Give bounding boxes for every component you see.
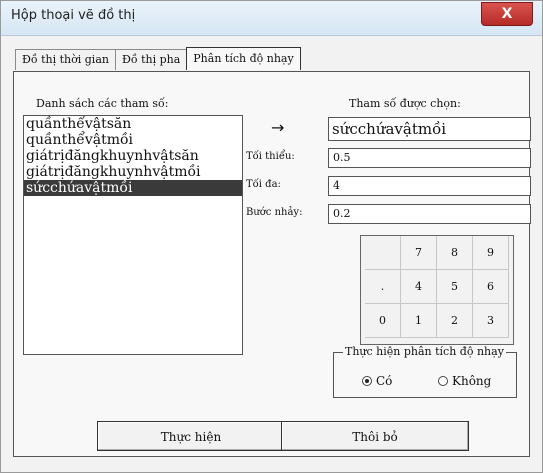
step-input[interactable]: 0.2 xyxy=(328,204,531,224)
list-item[interactable]: giátrịđăngkhuynhvậtmồi xyxy=(24,164,242,180)
numeric-keypad: 7 8 9 . 4 5 6 0 1 2 3 xyxy=(360,235,514,345)
radio-yes[interactable]: Có xyxy=(362,374,392,388)
keypad-key-5[interactable]: 5 xyxy=(437,270,473,304)
keypad-key-8[interactable]: 8 xyxy=(437,236,473,270)
keypad-key-7[interactable]: 7 xyxy=(401,236,437,270)
min-input[interactable]: 0.5 xyxy=(328,148,531,168)
list-item-selected[interactable]: sứcchứavậtmồi xyxy=(24,180,242,196)
cancel-button[interactable]: Thôi bỏ xyxy=(281,421,469,451)
keypad-key-dot[interactable]: . xyxy=(365,270,401,304)
plot-dialog-window: Hộp thoại vẽ đồ thị X Đồ thị thời gian Đ… xyxy=(0,0,543,473)
keypad-key-3[interactable]: 3 xyxy=(473,304,509,338)
parameter-list[interactable]: quầnthểvậtsăn quầnthểvậtmồi giátrịđăngkh… xyxy=(23,115,243,355)
analysis-mode-legend: Thực hiện phân tích độ nhạy xyxy=(343,345,506,358)
keypad-key-6[interactable]: 6 xyxy=(473,270,509,304)
close-button[interactable]: X xyxy=(481,2,533,26)
radio-no-indicator[interactable] xyxy=(438,376,448,386)
tab-sensitivity-analysis[interactable]: Phân tích độ nhạy xyxy=(186,47,301,70)
right-arrow-icon[interactable]: → xyxy=(271,118,284,137)
tab-time-plot[interactable]: Đồ thị thời gian xyxy=(15,49,116,70)
min-label: Tối thiểu: xyxy=(246,151,295,162)
radio-yes-label: Có xyxy=(376,374,393,388)
keypad-key-0[interactable]: 0 xyxy=(365,304,401,338)
window-title: Hộp thoại vẽ đồ thị xyxy=(11,8,136,23)
radio-no[interactable]: Không xyxy=(438,374,491,388)
tab-phase-plot[interactable]: Đồ thị pha xyxy=(114,49,188,70)
keypad-blank xyxy=(365,236,401,270)
max-input[interactable]: 4 xyxy=(328,176,531,196)
run-button[interactable]: Thực hiện xyxy=(97,421,285,451)
max-label: Tối đa: xyxy=(246,179,281,190)
analysis-mode-group: Thực hiện phân tích độ nhạy Có Không xyxy=(333,345,517,398)
parameter-list-label: Danh sách các tham số: xyxy=(36,97,169,110)
title-bar[interactable]: Hộp thoại vẽ đồ thị X xyxy=(1,1,542,36)
list-item[interactable]: quầnthểvậtsăn xyxy=(24,116,242,132)
keypad-key-2[interactable]: 2 xyxy=(437,304,473,338)
list-item[interactable]: giátrịđăngkhuynhvậtsăn xyxy=(24,148,242,164)
radio-yes-indicator[interactable] xyxy=(362,376,372,386)
radio-no-label: Không xyxy=(452,374,492,388)
list-item[interactable]: quầnthểvậtmồi xyxy=(24,132,242,148)
step-label: Bước nhảy: xyxy=(246,207,303,218)
tab-bar: Đồ thị thời gian Đồ thị pha Phân tích độ… xyxy=(15,47,301,71)
keypad-key-4[interactable]: 4 xyxy=(401,270,437,304)
chosen-parameter-label: Tham số được chọn: xyxy=(349,97,461,110)
chosen-parameter-field: sứcchứavậtmồi xyxy=(328,117,531,141)
keypad-key-1[interactable]: 1 xyxy=(401,304,437,338)
keypad-key-9[interactable]: 9 xyxy=(473,236,509,270)
